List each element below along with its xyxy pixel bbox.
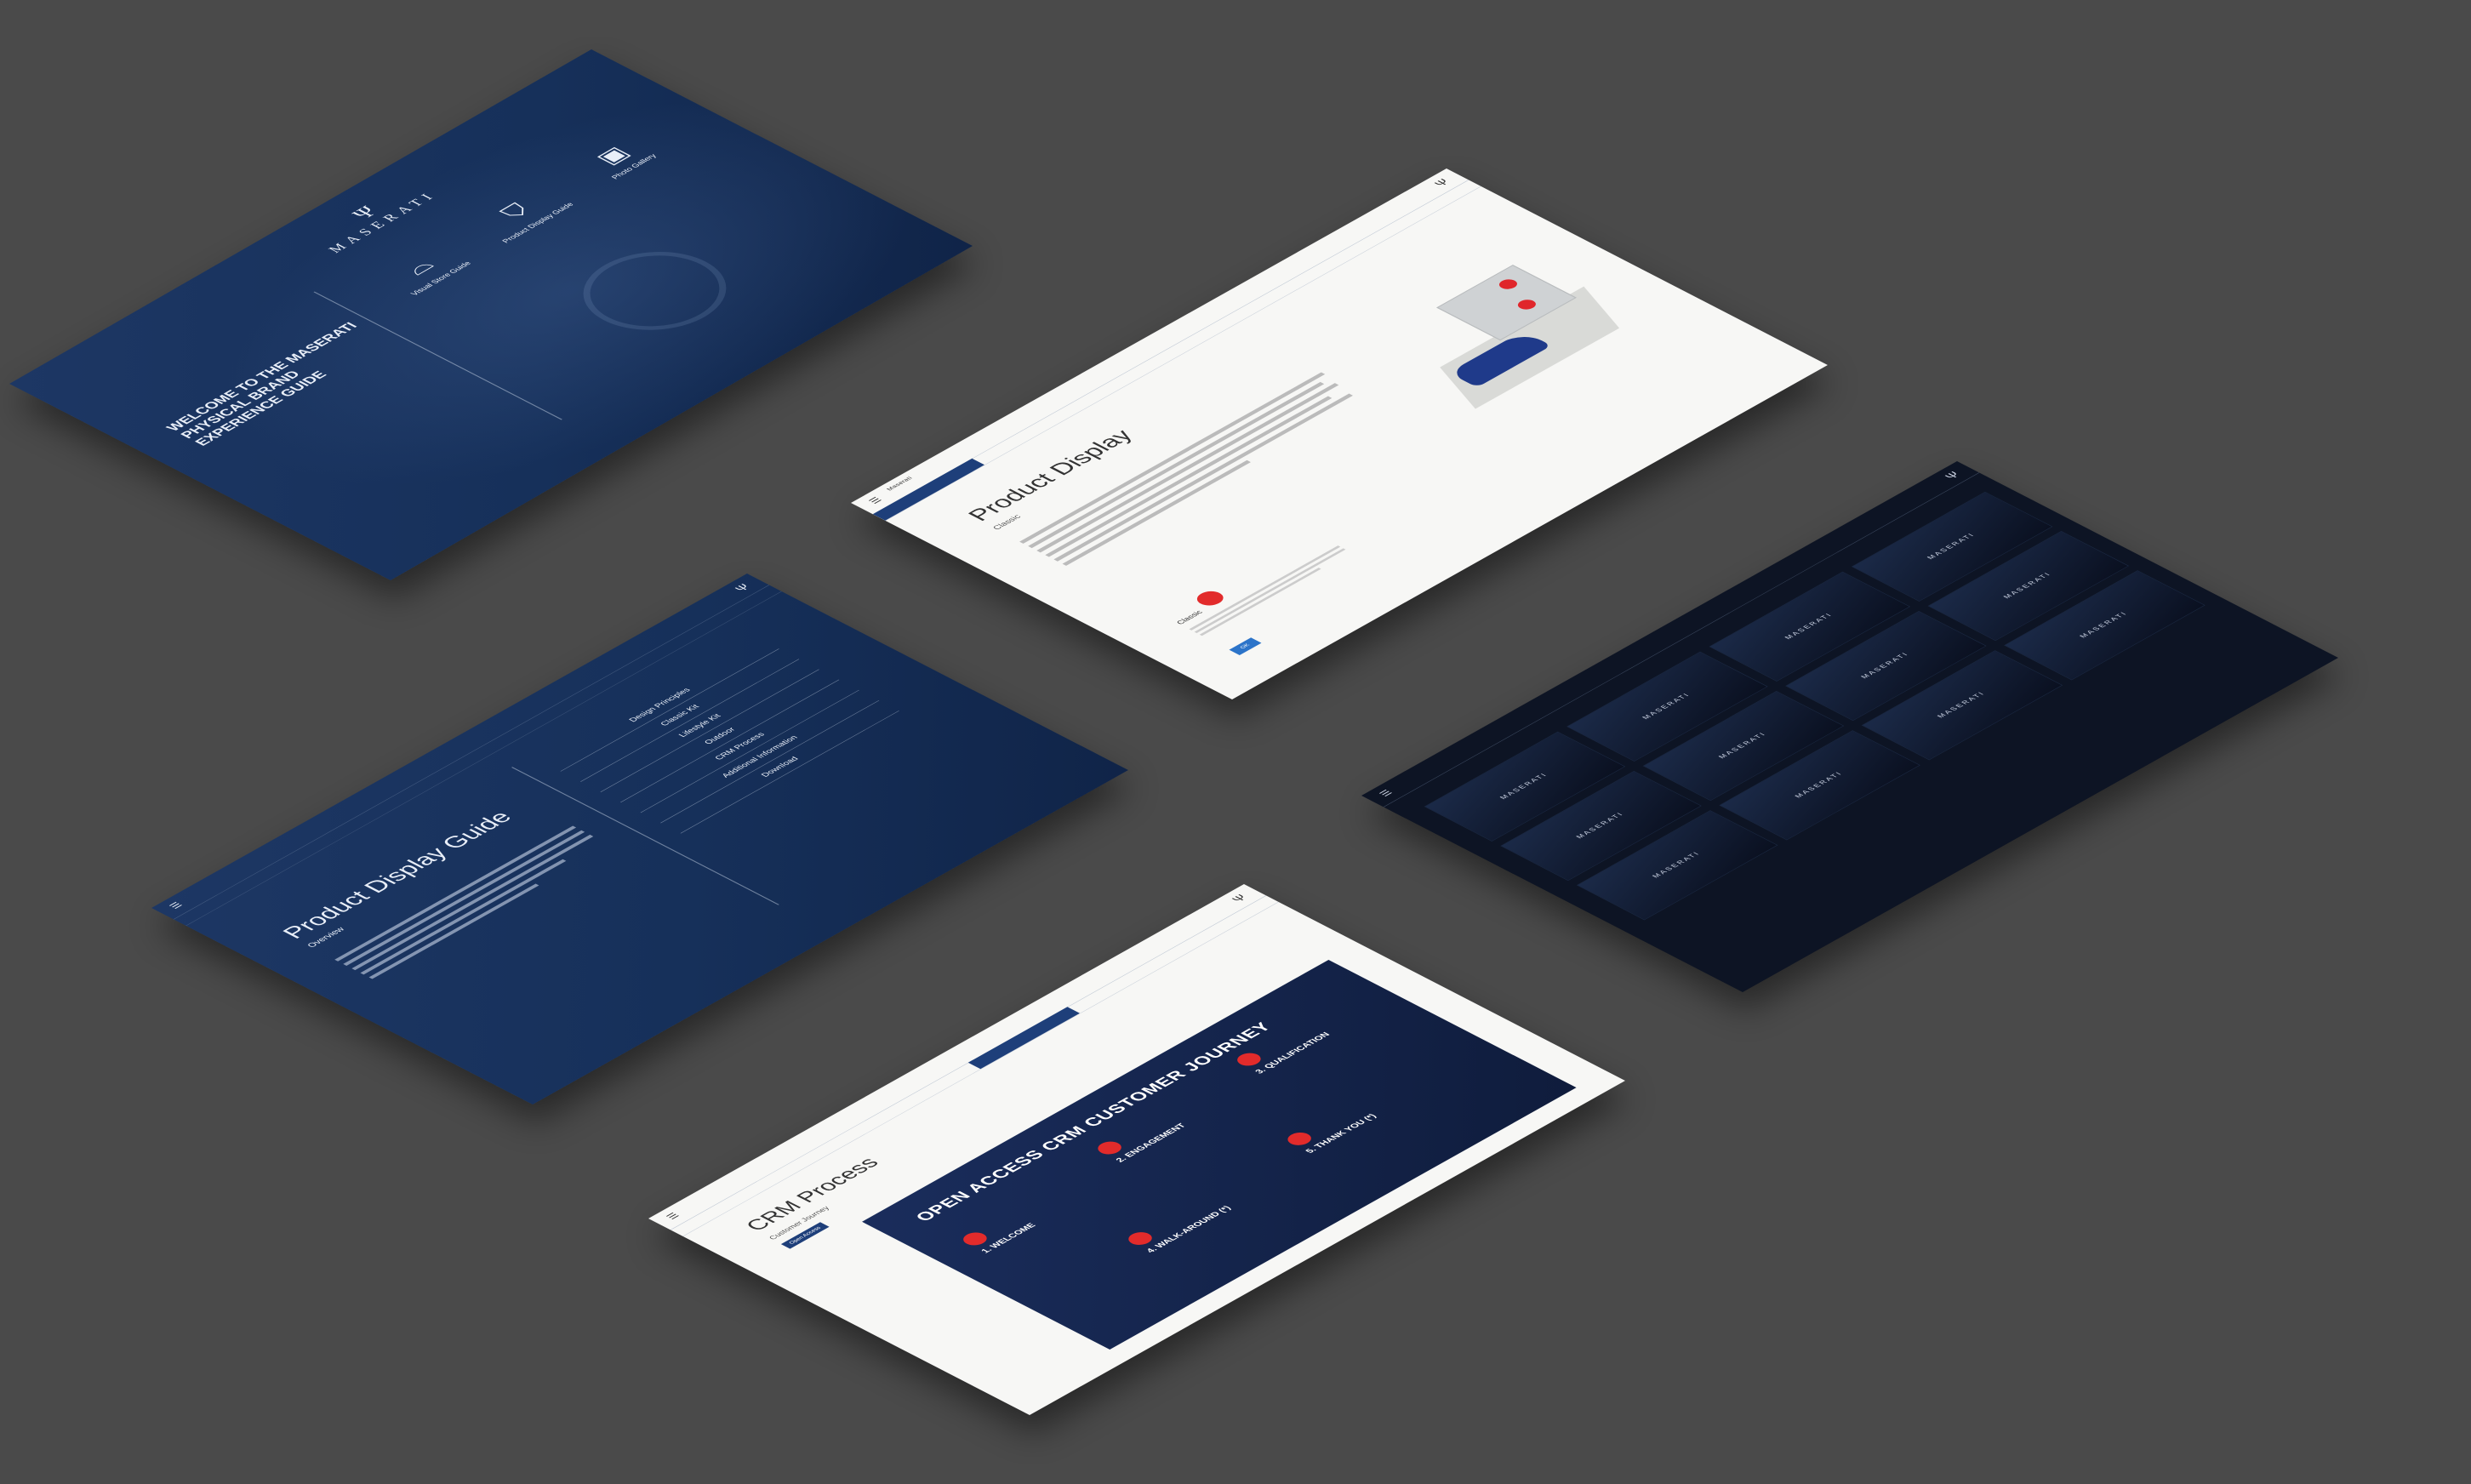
classic-badge[interactable] — [1191, 588, 1229, 608]
overview-text-lines — [329, 823, 616, 981]
display-stand-render — [1348, 250, 1654, 416]
trident-icon: Ψ — [1229, 893, 1250, 905]
welcome-screen: Ψ MASERATI WELCOME TO THE MASERATI PHYSI… — [9, 49, 973, 581]
trident-icon: Ψ — [1431, 177, 1452, 189]
step-label: 3. QUALIFICATION — [1253, 1030, 1333, 1076]
step-label: 4. WALK-AROUND (*) — [1144, 1204, 1234, 1254]
app-title: Maserati — [885, 476, 915, 492]
menu-icon[interactable]: ☰ — [167, 901, 185, 910]
menu-icon[interactable]: ☰ — [866, 496, 884, 505]
trident-icon: Ψ — [1942, 470, 1963, 482]
journey-step: 4. WALK-AROUND (*) — [1123, 1173, 1273, 1255]
step-label: 5. THANK YOU (*) — [1304, 1112, 1378, 1155]
step-label: 2. ENGAGEMENT — [1114, 1122, 1189, 1164]
journey-step: 5. THANK YOU (*) — [1282, 1072, 1432, 1155]
crm-journey-poster: OPEN ACCESS CRM CUSTOMER JOURNEY 1. WELC… — [862, 959, 1577, 1350]
menu-icon[interactable]: ☰ — [664, 1212, 682, 1221]
journey-step: 2. ENGAGEMENT — [1093, 1082, 1242, 1164]
guide-screen: ☰ Ψ Product Display Guide Overview Desig… — [151, 574, 1128, 1105]
crm-screen: ☰ Ψ CRM Process Customer Journey Open Ac… — [648, 884, 1625, 1416]
trident-icon: Ψ — [732, 582, 753, 594]
menu-icon[interactable]: ☰ — [1377, 789, 1395, 798]
ok-button[interactable]: OK — [1229, 637, 1262, 656]
step-label: 1. WELCOME — [979, 1222, 1038, 1255]
car-background — [9, 49, 973, 581]
